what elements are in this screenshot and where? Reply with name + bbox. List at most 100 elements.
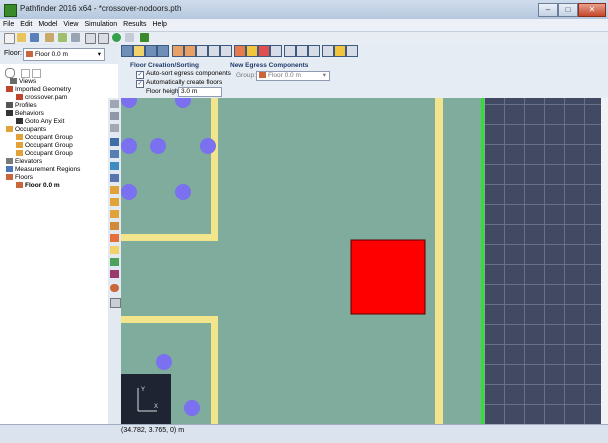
auto-sort-checkbox[interactable]: ✓ Auto-sort egress components [136,70,231,79]
occupant[interactable] [121,138,137,154]
menu-view[interactable]: View [60,19,81,31]
occupant-line-icon[interactable] [110,222,119,230]
zoom-box-icon[interactable] [308,45,320,57]
elevator-tool-icon[interactable] [110,246,119,254]
tree-item-imported-geometry[interactable]: Imported Geometry [6,86,71,94]
geometry-file-icon [16,94,23,100]
expand-all-icon[interactable] [32,69,42,78]
floor-select[interactable]: Floor 0.0 m ▾ [23,48,105,61]
canvas-vertical-scrollbar[interactable] [601,98,608,424]
measurement-region-icon [6,166,13,172]
profiles-icon [6,102,13,108]
tree-item-views[interactable]: Views [10,78,36,86]
waypoint-icon[interactable] [110,234,119,242]
stairs-tool-icon[interactable] [110,174,119,182]
wall-segment [211,316,218,424]
render-mode-icon[interactable] [184,45,196,57]
tree-item-goto-any-exit[interactable]: Goto Any Exit [16,118,64,126]
maximize-button[interactable]: □ [558,3,578,17]
results-viewer-icon[interactable] [140,33,149,42]
em-icon[interactable] [98,33,109,44]
minimize-button[interactable]: – [538,3,558,17]
wand-icon[interactable] [58,33,67,42]
room-tool-icon[interactable] [110,138,119,146]
rotate-tool-icon[interactable] [110,112,119,120]
paint-icon[interactable] [234,45,246,57]
scale-tool-icon[interactable] [110,124,119,132]
occupant[interactable] [200,138,216,154]
escalator-tool-icon[interactable] [110,258,119,266]
checkbox-check-icon: ✓ [136,71,144,79]
delete-icon[interactable] [71,33,80,42]
occupant[interactable] [184,400,200,416]
behavior-icon [16,118,23,124]
thin-door-tool-icon[interactable] [110,150,119,158]
tree-item-measurement-regions[interactable]: Measurement Regions [6,166,80,174]
pan-icon[interactable] [284,45,296,57]
results-dropdown-icon[interactable] [125,33,134,42]
measurement-region-tool-icon[interactable] [110,270,119,278]
front-view-icon[interactable] [145,45,157,57]
tree-item-occupant-group-2[interactable]: Occupant Group [16,142,73,150]
side-view-icon[interactable] [157,45,169,57]
occupant[interactable] [175,184,191,200]
tree-item-occupants[interactable]: Occupants [6,126,46,134]
axis-navigation-cube[interactable] [121,374,171,424]
orbit-icon[interactable] [322,45,334,57]
tree-item-floor-0[interactable]: Floor 0.0 m [16,182,60,190]
close-button[interactable]: ✕ [578,3,606,17]
top-view-icon[interactable] [133,45,145,57]
label-options-icon[interactable] [208,45,220,57]
group-select[interactable]: Floor 0.0 m ▾ [256,71,330,81]
zoom-icon[interactable] [296,45,308,57]
text-tool-icon[interactable] [110,298,121,308]
new-file-icon[interactable] [4,33,15,44]
render-icon[interactable] [172,45,184,57]
occupant-render-icon[interactable] [258,45,270,57]
menu-file[interactable]: File [0,19,17,31]
occupant-group-icon [16,150,23,156]
occupant-region-icon[interactable] [110,210,119,218]
display-options-icon[interactable] [196,45,208,57]
door-tool-icon[interactable] [110,162,119,170]
move-tool-icon[interactable] [110,100,119,108]
model-canvas[interactable]: Y X [121,98,485,424]
occupant[interactable] [150,138,166,154]
transparency-icon[interactable] [220,45,232,57]
select-icon[interactable] [270,45,282,57]
view-all-icon[interactable] [121,45,133,57]
sl-icon[interactable] [85,33,96,44]
add-occupant-icon[interactable] [110,186,119,194]
tree-item-elevators[interactable]: Elevators [6,158,42,166]
snap-grid-icon[interactable] [346,45,358,57]
background-grid[interactable] [485,98,601,424]
run-simulation-icon[interactable] [112,33,121,42]
open-folder-icon[interactable] [17,33,26,42]
menu-simulation[interactable]: Simulation [81,19,120,31]
tree-item-floors[interactable]: Floors [6,174,33,182]
tree-item-behaviors[interactable]: Behaviors [6,110,44,118]
add-occupant-group-icon[interactable] [110,198,119,206]
menu-edit[interactable]: Edit [17,19,35,31]
tree-item-occupant-group-1[interactable]: Occupant Group [16,134,73,142]
menu-help[interactable]: Help [150,19,170,31]
occupant[interactable] [175,98,191,108]
tree-item-profiles[interactable]: Profiles [6,102,37,110]
occupant[interactable] [156,354,172,370]
occupant[interactable] [121,98,137,108]
collapse-all-icon[interactable] [20,69,30,78]
walls-icon[interactable] [246,45,258,57]
occupant[interactable] [121,184,137,200]
ortho-icon[interactable] [334,45,346,57]
tree-item-occupant-group-3[interactable]: Occupant Group [16,150,73,158]
menu-model[interactable]: Model [35,19,60,31]
camera-tool-icon[interactable] [110,284,119,292]
save-icon[interactable] [30,33,39,42]
obstruction-block[interactable] [350,239,426,315]
tree-item-crossover-pam[interactable]: crossover.pam [16,94,67,102]
tree-filter-icon[interactable] [5,68,15,78]
menu-results[interactable]: Results [120,19,149,31]
import-icon[interactable] [45,33,54,42]
wall-segment [121,234,218,241]
floor-height-input[interactable]: 3.0 m [178,87,222,97]
